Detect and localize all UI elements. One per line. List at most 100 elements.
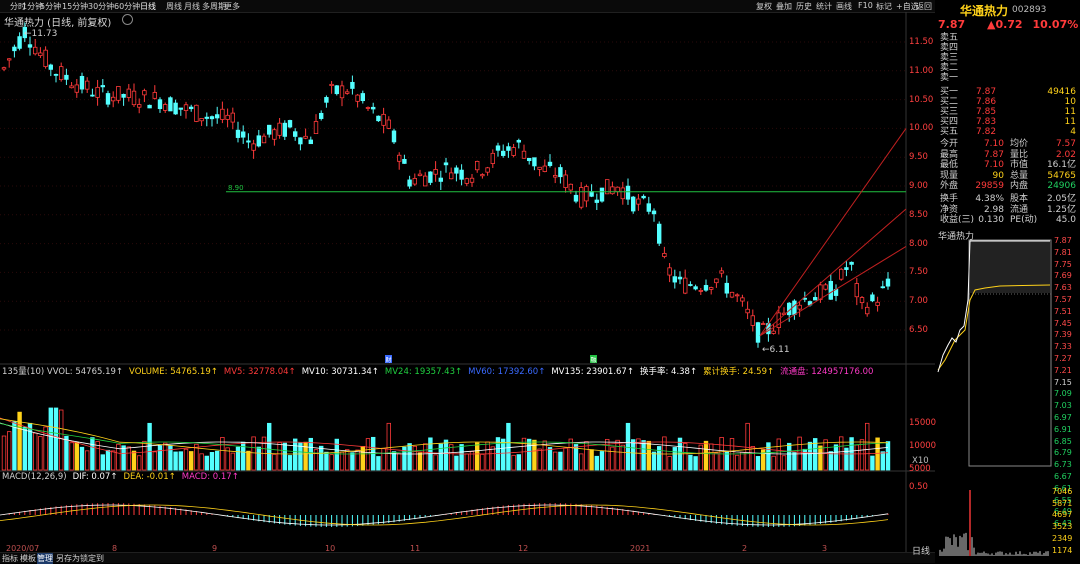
volume-bar bbox=[277, 442, 282, 471]
mini-vol-tick: 7046 bbox=[1052, 487, 1073, 496]
stat-value: 24906 bbox=[1047, 181, 1076, 191]
stat-label: 最低 bbox=[940, 160, 959, 170]
stat-value: 45.0 bbox=[1055, 215, 1076, 225]
stat-label: 今开 bbox=[940, 139, 959, 149]
candle-body bbox=[422, 175, 428, 187]
volume-bar bbox=[246, 450, 251, 471]
candle-body bbox=[324, 97, 329, 103]
macd-legend: MACD(12,26,9) DIF: 0.07↑ DEA: -0.01↑ MACD: … bbox=[2, 472, 245, 482]
volume-bar bbox=[74, 441, 79, 471]
candle-body bbox=[282, 122, 287, 137]
volume-bar bbox=[27, 422, 33, 471]
volume-bar bbox=[485, 441, 490, 471]
volume-bar bbox=[355, 449, 360, 471]
volume-bar bbox=[833, 444, 839, 471]
candle-body bbox=[469, 177, 475, 183]
candle-body bbox=[474, 160, 480, 171]
candle-body bbox=[131, 90, 137, 106]
volume-bar bbox=[568, 438, 573, 471]
volume-bar bbox=[381, 447, 386, 471]
volume-bar bbox=[823, 439, 828, 471]
volume-bar bbox=[646, 440, 651, 471]
volume-bar bbox=[547, 447, 553, 471]
volume-bar bbox=[183, 448, 189, 471]
mini-vol-tick: 5871 bbox=[1052, 498, 1073, 508]
candle-body bbox=[646, 203, 651, 212]
candle-body bbox=[344, 91, 350, 94]
candle-body bbox=[433, 169, 438, 175]
volume-bar bbox=[324, 451, 329, 471]
volume-bar bbox=[667, 455, 672, 471]
macd-legend-item: MACD: 0.17↑ bbox=[181, 472, 239, 482]
candle-body bbox=[667, 267, 672, 276]
mini-price-tick: 6.67 bbox=[1054, 472, 1072, 481]
candle-body bbox=[428, 171, 433, 183]
candle-body bbox=[500, 150, 506, 156]
stat-label: 总量 bbox=[1010, 170, 1029, 181]
candles bbox=[1, 22, 891, 348]
candle-body bbox=[386, 119, 391, 129]
volume-bar bbox=[620, 444, 625, 471]
volume-bar bbox=[339, 451, 345, 471]
candle-body bbox=[443, 162, 449, 166]
buy-row: 买五 7.82 4 bbox=[938, 127, 1078, 137]
volume-bar bbox=[53, 407, 59, 471]
volume-bar bbox=[407, 443, 412, 471]
mini-price-tick: 7.57 bbox=[1054, 295, 1072, 304]
volume-bar bbox=[214, 450, 220, 471]
mini-vol-tick: 2349 bbox=[1052, 533, 1073, 543]
candle-body bbox=[698, 289, 703, 292]
buy-volume: 4 bbox=[1070, 127, 1076, 137]
mini-price-tick: 7.75 bbox=[1054, 259, 1072, 269]
bottom-tab-1[interactable]: 模板 bbox=[20, 553, 36, 564]
stat-label: 量比 bbox=[1010, 149, 1029, 160]
kline-chart[interactable]: 8.90 ←11.73 ←6.11 财 融 bbox=[0, 0, 935, 552]
bottom-tab-2[interactable]: 管理 bbox=[37, 553, 53, 564]
price-tick: 8.50 bbox=[909, 209, 928, 220]
candle-body bbox=[485, 167, 490, 173]
candle-body bbox=[412, 178, 417, 185]
mini-volume bbox=[939, 490, 1049, 556]
volume-bar bbox=[90, 437, 95, 471]
candle-body bbox=[454, 167, 459, 174]
stat-value: 7.57 bbox=[1055, 139, 1076, 149]
bottom-tab-4[interactable]: 锁定到 bbox=[80, 553, 104, 564]
sell-row: 卖五 bbox=[938, 33, 1078, 43]
volume-bar bbox=[121, 445, 126, 471]
bottom-tab-3[interactable]: 另存为 bbox=[56, 553, 80, 564]
candle-body bbox=[813, 297, 818, 301]
volume-bar bbox=[474, 442, 480, 471]
volume-bar bbox=[256, 446, 261, 471]
buy-row: 买四 7.83 11 bbox=[938, 117, 1078, 127]
candle-body bbox=[79, 75, 85, 90]
buy-label: 买三 bbox=[940, 107, 959, 117]
candle-body bbox=[688, 284, 693, 286]
volume-bar bbox=[318, 445, 324, 471]
candle-body bbox=[126, 88, 131, 98]
candle-body bbox=[370, 106, 376, 110]
price-tick: 7.50 bbox=[909, 267, 928, 278]
volume-legend-item: MV24: 19357.43↑ bbox=[384, 367, 463, 377]
candle-body bbox=[568, 183, 573, 191]
stat-value: 2.98 bbox=[983, 204, 1004, 215]
month-label: 10 bbox=[325, 544, 336, 553]
high-price-label: ←11.73 bbox=[24, 29, 57, 39]
volume-bar bbox=[724, 451, 729, 471]
candle-body bbox=[620, 187, 625, 200]
stat-value: 4.38% bbox=[975, 194, 1004, 204]
volume-bar bbox=[880, 451, 885, 471]
volume-bar bbox=[152, 451, 157, 471]
bottom-tab-0[interactable]: 指标 bbox=[2, 553, 18, 564]
volume-bar bbox=[500, 438, 506, 471]
bottom-period-label: 日线 bbox=[912, 547, 931, 557]
volume-bar bbox=[537, 448, 542, 471]
sell-row: 卖一 bbox=[938, 73, 1078, 83]
candle-body bbox=[761, 323, 766, 325]
volume-bar bbox=[750, 446, 755, 471]
candle-body bbox=[183, 104, 189, 111]
candle-body bbox=[116, 86, 121, 101]
mini-price-tick: 7.69 bbox=[1054, 271, 1072, 281]
candle-body bbox=[849, 261, 854, 265]
stat-row: 外盘 29859 内盘 24906 bbox=[938, 181, 1078, 192]
volume-bar bbox=[610, 446, 615, 471]
